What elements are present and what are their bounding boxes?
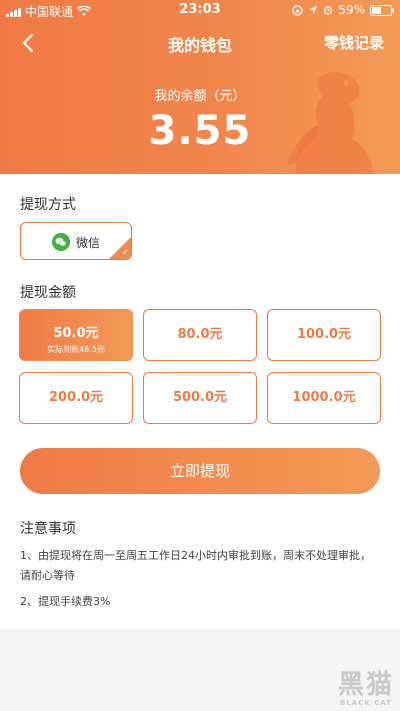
withdraw-method-title: 提现方式	[20, 197, 76, 213]
amount-value: 500.0元	[172, 390, 228, 405]
status-bar: 中国联通 23:03 59%	[0, 0, 400, 22]
black-cat-watermark: 黑猫 BLACK CAT	[338, 664, 394, 707]
amount-option-500[interactable]: 500.0元	[143, 372, 257, 424]
amount-value: 100.0元	[296, 327, 352, 342]
amount-option-200[interactable]: 200.0元	[19, 372, 133, 424]
check-icon: ✓	[121, 248, 129, 258]
amount-value: 200.0元	[48, 390, 104, 405]
balance-amount: 3.55	[148, 108, 252, 154]
amount-option-1000[interactable]: 1000.0元	[267, 372, 381, 424]
watermark-main: 黑猫	[337, 670, 394, 700]
amount-option-80[interactable]: 80.0元	[143, 309, 257, 361]
note-item: 1、由提现将在周一至周五工作日24小时内审批到账，周末不处理审批，请耐心等待	[20, 549, 371, 582]
wechat-label: 微信	[76, 236, 101, 250]
balance-label: 我的余额（元）	[154, 89, 246, 104]
amount-value: 50.0元	[53, 326, 99, 341]
battery-percent: 59%	[338, 3, 365, 17]
amount-actual-received: 实际到账48.5元	[47, 345, 105, 354]
withdraw-panel: 提现方式 微信 ✓ 提现金额 50.0元 实际到账48.5元 80.0元 100…	[0, 174, 400, 629]
amount-value: 1000.0元	[292, 390, 356, 405]
withdraw-now-button[interactable]: 立即提现	[20, 448, 380, 494]
notes-title: 注意事项	[20, 521, 76, 537]
alarm-icon	[324, 6, 333, 15]
wechat-icon	[52, 233, 70, 251]
amount-option-50[interactable]: 50.0元 实际到账48.5元	[19, 309, 133, 361]
wallet-header: 中国联通 23:03 59% 我的钱包 零钱记录 我的余额（元） 3.55	[0, 0, 400, 174]
amount-option-100[interactable]: 100.0元	[267, 309, 381, 361]
watermark-sub: BLACK CAT	[339, 699, 392, 707]
withdraw-amount-title: 提现金额	[20, 285, 76, 301]
note-item: 2、提现手续费3%	[20, 595, 111, 608]
wechat-option[interactable]: 微信 ✓	[20, 222, 132, 260]
location-icon	[309, 6, 318, 14]
change-record-link[interactable]: 零钱记录	[324, 32, 384, 53]
battery-icon	[370, 4, 394, 16]
orientation-lock-icon	[292, 4, 303, 16]
amount-value: 80.0元	[177, 327, 223, 342]
